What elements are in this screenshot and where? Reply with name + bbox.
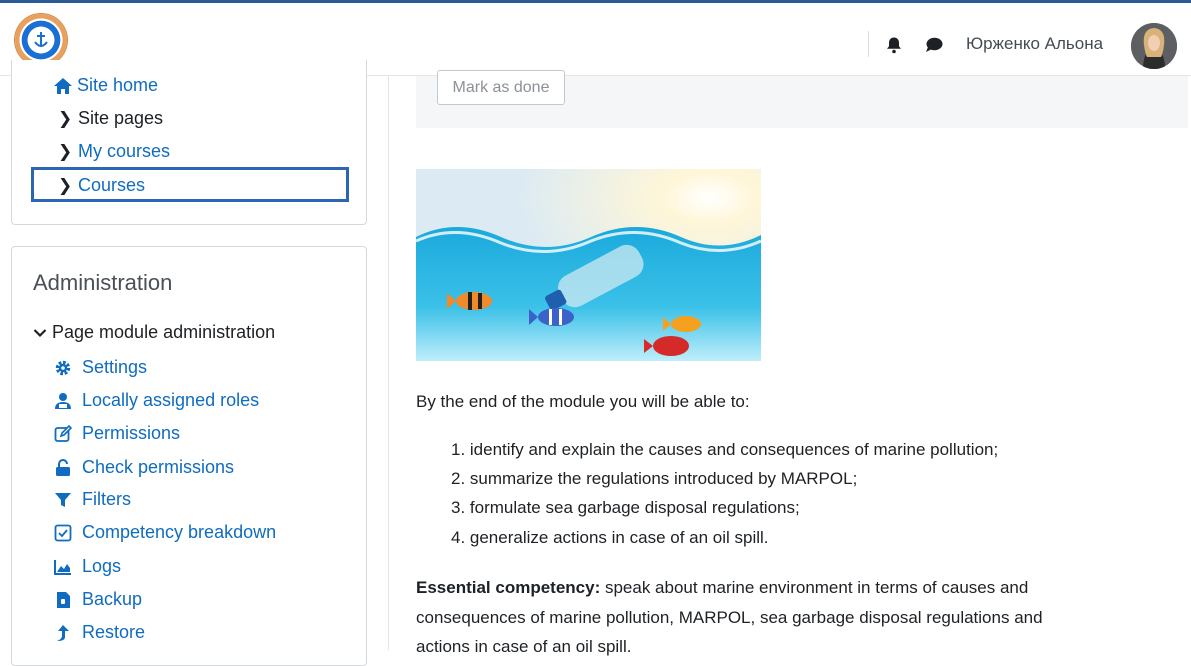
admin-backup-label: Backup	[82, 589, 143, 609]
chevron-right-icon: ❯	[58, 108, 73, 128]
checkbox-icon	[54, 524, 72, 541]
site-logo[interactable]	[15, 14, 67, 66]
admin-check-permissions[interactable]: Check permissions	[54, 457, 234, 478]
admin-logs[interactable]: Logs	[54, 556, 121, 577]
administration-title: Administration	[33, 270, 173, 295]
admin-restore[interactable]: Restore	[54, 622, 145, 643]
admin-permissions[interactable]: Permissions	[54, 423, 180, 444]
chevron-right-icon: ❯	[58, 175, 73, 195]
marine-pollution-banner-image	[416, 169, 761, 361]
upload-arrow-icon	[57, 624, 69, 641]
chat-bubble-icon[interactable]	[925, 36, 943, 54]
essential-competency-line3: actions in case of an oil spill.	[416, 637, 632, 656]
admin-filters[interactable]: Filters	[54, 489, 131, 510]
admin-logs-label: Logs	[82, 556, 122, 576]
objective-item: 2. summarize the regulations introduced …	[451, 469, 858, 488]
nav-courses[interactable]: ❯ Courses	[58, 175, 145, 196]
essential-competency-line1: Essential competency: speak about marine…	[416, 578, 1028, 598]
home-icon	[54, 77, 72, 94]
anchor-icon	[34, 32, 48, 47]
admin-locally-assigned-roles-label: Locally assigned roles	[82, 390, 260, 410]
admin-backup[interactable]: Backup	[54, 589, 142, 610]
essential-competency-label: Essential competency:	[416, 578, 601, 597]
nav-courses-label: Courses	[78, 175, 146, 195]
area-chart-icon	[54, 559, 71, 575]
nav-my-courses-label: My courses	[78, 141, 171, 161]
unlock-icon	[56, 458, 70, 476]
nav-site-pages[interactable]: ❯ Site pages	[58, 108, 163, 129]
pencil-square-icon	[54, 424, 72, 442]
objective-item: 3. formulate sea garbage disposal regula…	[451, 498, 800, 517]
user-roles-icon	[55, 392, 71, 409]
page-module-administration-label: Page module administration	[52, 322, 276, 342]
nav-site-home[interactable]: Site home	[53, 75, 158, 96]
navbar-divider	[868, 31, 869, 57]
admin-filters-label: Filters	[82, 489, 131, 509]
objective-item: 4. generalize actions in case of an oil …	[451, 528, 769, 547]
filter-icon	[55, 492, 71, 507]
admin-check-permissions-label: Check permissions	[82, 457, 235, 477]
chevron-down-icon	[33, 328, 47, 337]
admin-locally-assigned-roles[interactable]: Locally assigned roles	[54, 390, 259, 411]
admin-permissions-label: Permissions	[82, 423, 181, 443]
chevron-right-icon: ❯	[58, 141, 73, 161]
nav-my-courses[interactable]: ❯ My courses	[58, 141, 170, 162]
objective-item: 1. identify and explain the causes and c…	[451, 440, 999, 459]
user-name[interactable]: Юрженко Альона	[966, 34, 1103, 54]
bell-icon[interactable]	[885, 36, 903, 54]
essential-competency-text: speak about marine environment in terms …	[600, 578, 1029, 597]
admin-competency-breakdown-label: Competency breakdown	[82, 522, 277, 542]
column-separator	[388, 76, 389, 650]
objectives-intro: By the end of the module you will be abl…	[416, 392, 750, 411]
admin-settings-label: Settings	[82, 357, 148, 377]
page-module-administration[interactable]: Page module administration	[33, 322, 275, 343]
nav-site-pages-label: Site pages	[78, 108, 164, 128]
nav-site-home-label: Site home	[77, 75, 159, 95]
mark-as-done-button[interactable]: Mark as done	[437, 70, 565, 105]
admin-restore-label: Restore	[82, 622, 146, 642]
essential-competency-line2: consequences of marine pollution, MARPOL…	[416, 608, 1043, 627]
admin-competency-breakdown[interactable]: Competency breakdown	[54, 522, 276, 543]
user-photo	[1131, 23, 1177, 69]
avatar[interactable]	[1131, 23, 1177, 69]
gear-icon	[55, 360, 71, 375]
admin-settings[interactable]: Settings	[54, 357, 147, 378]
file-archive-icon	[57, 591, 70, 608]
